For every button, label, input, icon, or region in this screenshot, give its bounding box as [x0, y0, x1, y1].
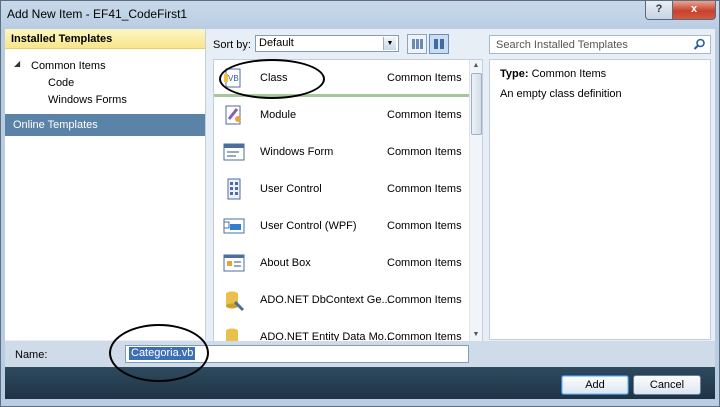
online-templates-item[interactable]: Online Templates — [5, 114, 205, 136]
details-type-value: Common Items — [531, 68, 607, 80]
name-label: Name: — [15, 349, 48, 361]
list-view-icon — [412, 39, 423, 49]
cancel-button[interactable]: Cancel — [633, 375, 701, 395]
template-category: Common Items — [387, 294, 462, 306]
ado-dbcontext-icon — [226, 291, 245, 312]
search-installed-templates-input[interactable]: Search Installed Templates — [489, 35, 711, 54]
template-tree-panel: Installed Templates ◢ Common Items Code … — [5, 29, 206, 340]
details-description: An empty class definition — [500, 88, 622, 100]
sort-bar: Sort by: Default ▼ — [209, 33, 479, 55]
name-input-value: Categoria.vb — [129, 347, 196, 360]
svg-text:VB: VB — [228, 74, 239, 83]
template-row-class[interactable]: VB Class Common Items — [214, 60, 470, 97]
template-name: Module — [260, 109, 297, 121]
template-row-windows-form[interactable]: Windows Form Common Items — [214, 134, 470, 171]
template-row-about-box[interactable]: About Box Common Items — [214, 245, 470, 282]
template-category: Common Items — [387, 220, 462, 232]
wpf-user-control-icon — [223, 218, 245, 234]
template-name: Windows Form — [260, 146, 334, 158]
tree-item-windows-forms[interactable]: Windows Forms — [48, 93, 127, 107]
dialog-footer: Add Cancel — [5, 367, 715, 399]
add-new-item-dialog: Add New Item - EF41_CodeFirst1 ? x Insta… — [0, 0, 720, 407]
template-category: Common Items — [387, 146, 462, 158]
dropdown-arrow-icon[interactable]: ▼ — [383, 37, 396, 50]
template-name: About Box — [260, 257, 311, 269]
title-bar: Add New Item - EF41_CodeFirst1 ? x — [1, 1, 719, 29]
sort-by-value: Default — [259, 37, 294, 49]
sort-by-label: Sort by: — [213, 39, 251, 51]
name-bar: Name: — [5, 341, 715, 367]
tree-item-code[interactable]: Code — [48, 76, 74, 90]
dialog-body: Installed Templates ◢ Common Items Code … — [5, 29, 715, 399]
help-button[interactable]: ? — [645, 1, 673, 20]
template-category: Common Items — [387, 257, 462, 269]
template-name: User Control (WPF) — [260, 220, 357, 232]
windows-form-icon — [223, 143, 245, 161]
user-control-icon — [227, 178, 241, 200]
search-icon[interactable] — [693, 38, 706, 51]
details-type-label: Type: — [500, 68, 529, 80]
close-button[interactable]: x — [672, 1, 716, 20]
template-category: Common Items — [387, 72, 462, 84]
template-row-ado-dbcontext[interactable]: ADO.NET DbContext Ge... Common Items — [214, 282, 470, 319]
scroll-down-icon[interactable]: ▼ — [470, 329, 482, 341]
template-name: Class — [260, 72, 288, 84]
expand-triangle-icon[interactable]: ◢ — [14, 59, 20, 68]
list-view-button[interactable] — [407, 34, 427, 54]
template-list-scrollbar[interactable]: ▲ ▼ — [469, 60, 482, 341]
vb-class-icon: VB — [224, 68, 241, 88]
tree-item-common-items[interactable]: Common Items — [31, 59, 106, 73]
scroll-thumb[interactable] — [471, 73, 482, 135]
template-name: ADO.NET DbContext Ge... — [260, 294, 391, 306]
window-title: Add New Item - EF41_CodeFirst1 — [7, 7, 188, 21]
sort-by-dropdown[interactable]: Default ▼ — [255, 35, 399, 52]
ado-entity-icon — [226, 328, 238, 341]
template-name: User Control — [260, 183, 322, 195]
template-category: Common Items — [387, 109, 462, 121]
template-row-user-control[interactable]: User Control Common Items — [214, 171, 470, 208]
details-view-button[interactable] — [429, 34, 449, 54]
add-button[interactable]: Add — [561, 375, 629, 395]
scroll-up-icon[interactable]: ▲ — [470, 60, 482, 72]
module-icon — [225, 105, 241, 125]
template-row-user-control-wpf[interactable]: User Control (WPF) Common Items — [214, 208, 470, 245]
template-row-ado-entity[interactable]: ADO.NET Entity Data Mo... Common Items — [214, 319, 470, 341]
details-view-icon — [434, 39, 444, 49]
installed-templates-header[interactable]: Installed Templates — [5, 29, 205, 49]
details-type: Type: Common Items — [500, 68, 606, 80]
template-category: Common Items — [387, 183, 462, 195]
template-list[interactable]: VB Class Common Items Module Common Item… — [213, 59, 483, 342]
template-row-module[interactable]: Module Common Items — [214, 97, 470, 134]
about-box-icon — [223, 254, 245, 272]
template-details-panel: Type: Common Items An empty class defini… — [489, 59, 711, 340]
search-placeholder: Search Installed Templates — [496, 39, 628, 51]
